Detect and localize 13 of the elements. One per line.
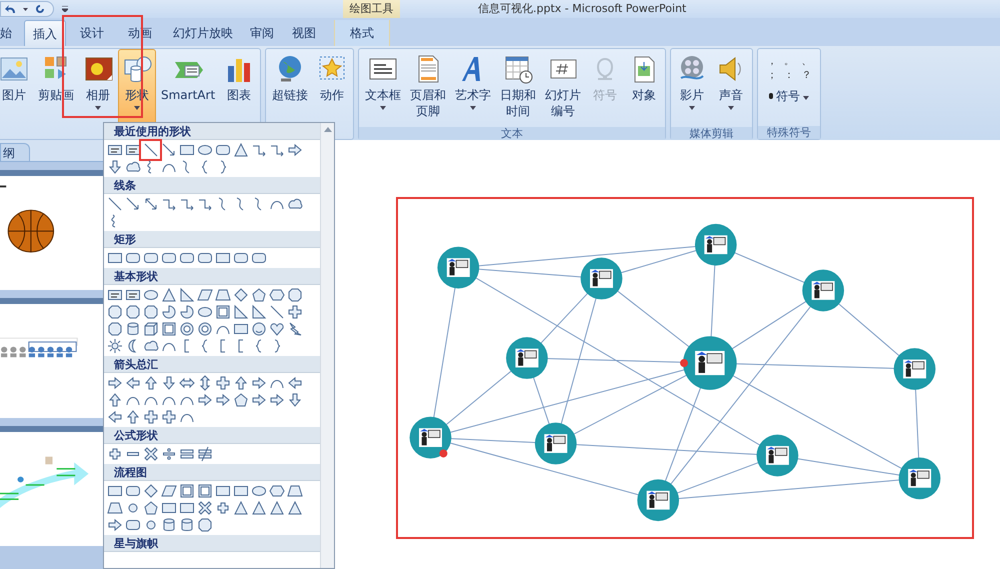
group-label: 媒体剪辑 xyxy=(671,127,752,140)
section-header: 公式形状 xyxy=(104,427,320,444)
group-label: 特殊符号 xyxy=(758,126,820,139)
section-header: 基本形状 xyxy=(104,268,320,285)
section-header: 箭头总汇 xyxy=(104,356,320,373)
context-tab-group: 绘图工具 xyxy=(343,0,400,18)
window-title: 信息可视化.pptx - Microsoft PowerPoint xyxy=(478,1,686,17)
section-header: 星与旗帜 xyxy=(104,535,320,552)
section-header: 线条 xyxy=(104,177,320,194)
section-header: 矩形 xyxy=(104,231,320,248)
section-header: 最近使用的形状 xyxy=(104,123,320,140)
section-header: 流程图 xyxy=(104,464,320,481)
group-label: 文本 xyxy=(359,127,666,140)
